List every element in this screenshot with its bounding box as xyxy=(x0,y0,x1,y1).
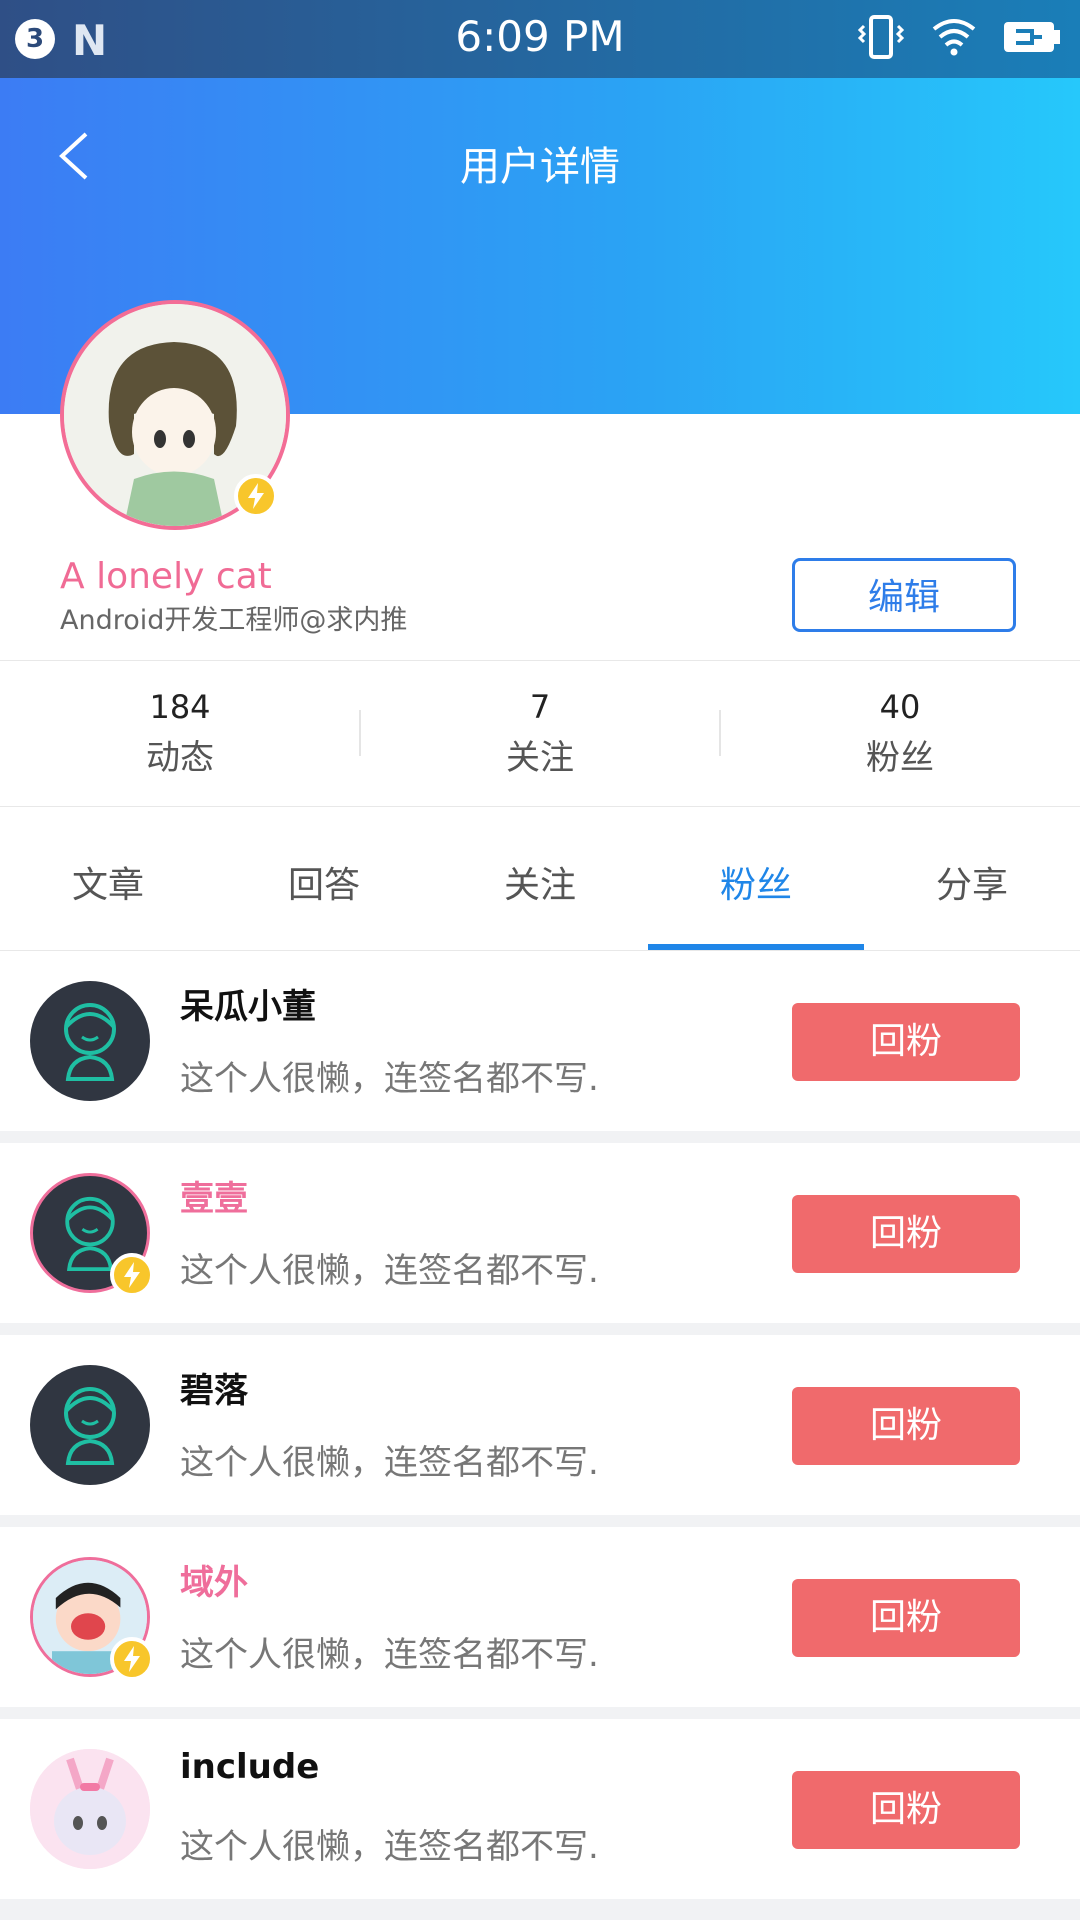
tab-answers[interactable]: 回答 xyxy=(216,856,432,908)
tab-bar: 文章 回答 关注 粉丝 分享 xyxy=(0,808,1080,950)
row-divider xyxy=(0,1323,1080,1335)
list-item[interactable]: include 这个人很懒，连签名都不写. 回粉 xyxy=(0,1719,1080,1899)
default-user-icon xyxy=(64,1003,116,1081)
follower-signature: 这个人很懒，连签名都不写. xyxy=(180,1059,599,1099)
stat-posts[interactable]: 184 动态 xyxy=(0,688,360,779)
edit-profile-button[interactable]: 编辑 xyxy=(792,558,1016,632)
vibrate-icon xyxy=(857,15,905,59)
list-item[interactable]: 呆瓜小董 这个人很懒，连签名都不写. 回粉 xyxy=(0,951,1080,1131)
follow-back-button[interactable]: 回粉 xyxy=(792,1003,1020,1081)
stat-followers-value: 40 xyxy=(879,688,921,726)
row-divider xyxy=(0,1515,1080,1527)
list-item[interactable]: 碧落 这个人很懒，连签名都不写. 回粉 xyxy=(0,1335,1080,1515)
row-divider xyxy=(0,1131,1080,1143)
follower-signature: 这个人很懒，连签名都不写. xyxy=(180,1635,599,1675)
row-divider xyxy=(0,1899,1080,1920)
vip-badge-icon xyxy=(110,1637,154,1681)
follower-name[interactable]: include xyxy=(180,1747,319,1787)
follower-name[interactable]: 域外 xyxy=(180,1555,248,1604)
tab-share[interactable]: 分享 xyxy=(864,856,1080,908)
stat-following-label: 关注 xyxy=(506,738,574,778)
follower-name[interactable]: 碧落 xyxy=(180,1363,248,1412)
page-title: 用户详情 xyxy=(460,144,620,190)
follow-back-button[interactable]: 回粉 xyxy=(792,1771,1020,1849)
vip-badge-icon xyxy=(234,474,278,518)
avatar[interactable] xyxy=(30,1749,150,1869)
follower-signature: 这个人很懒，连签名都不写. xyxy=(180,1251,599,1291)
row-divider xyxy=(0,1707,1080,1719)
follower-signature: 这个人很懒，连签名都不写. xyxy=(180,1827,599,1867)
profile-signature: Android开发工程师@求内推 xyxy=(60,605,408,636)
default-user-icon xyxy=(64,1387,116,1465)
divider xyxy=(0,660,1080,661)
avatar[interactable] xyxy=(30,981,150,1101)
follower-signature: 这个人很懒，连签名都不写. xyxy=(180,1443,599,1483)
avatar[interactable] xyxy=(30,1365,150,1485)
list-item[interactable]: 域外 这个人很懒，连签名都不写. 回粉 xyxy=(0,1527,1080,1707)
stat-following[interactable]: 7 关注 xyxy=(360,688,720,779)
follow-back-button[interactable]: 回粉 xyxy=(792,1387,1020,1465)
status-icons xyxy=(856,14,1062,60)
follow-back-button[interactable]: 回粉 xyxy=(792,1195,1020,1273)
tab-following[interactable]: 关注 xyxy=(432,856,648,908)
follow-back-button[interactable]: 回粉 xyxy=(792,1579,1020,1657)
vip-badge-icon xyxy=(110,1253,154,1297)
status-bar: 3 N 6:09 PM xyxy=(0,0,1080,78)
stat-followers[interactable]: 40 粉丝 xyxy=(720,688,1080,779)
battery-charging-icon xyxy=(1004,22,1060,52)
stat-followers-label: 粉丝 xyxy=(866,738,934,778)
tab-fans[interactable]: 粉丝 xyxy=(648,856,864,908)
anime-avatar-image xyxy=(30,1749,150,1869)
stat-following-value: 7 xyxy=(529,688,551,726)
divider xyxy=(0,806,1080,807)
follower-name[interactable]: 呆瓜小董 xyxy=(180,979,316,1028)
follower-name[interactable]: 壹壹 xyxy=(180,1171,248,1220)
profile-name: A lonely cat xyxy=(60,556,272,597)
list-item[interactable]: 壹壹 这个人很懒，连签名都不写. 回粉 xyxy=(0,1143,1080,1323)
tab-articles[interactable]: 文章 xyxy=(0,856,216,908)
stat-posts-label: 动态 xyxy=(146,738,214,778)
stat-posts-value: 184 xyxy=(149,688,211,726)
wifi-icon xyxy=(932,19,976,56)
